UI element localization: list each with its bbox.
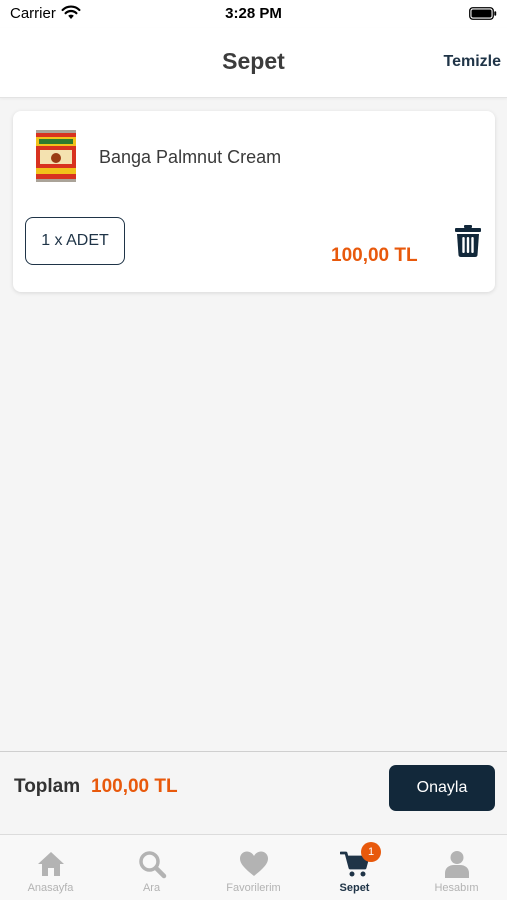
- tab-label: Favorilerim: [226, 882, 281, 894]
- trash-icon[interactable]: [454, 224, 482, 258]
- page-title: Sepet: [222, 48, 285, 74]
- total-value: 100,00 TL: [91, 776, 178, 797]
- quantity-selector[interactable]: 1 x ADET: [25, 217, 125, 265]
- cart-item-card: Banga Palmnut Cream 1 x ADET 100,00 TL: [13, 111, 495, 292]
- tab-label: Sepet: [339, 882, 370, 894]
- tab-account[interactable]: Hesabım: [406, 835, 507, 900]
- heart-icon: [240, 851, 268, 876]
- tab-label: Ara: [142, 882, 161, 894]
- quantity-label: 1 x ADET: [41, 232, 109, 249]
- home-icon: [38, 852, 64, 876]
- cart-summary-bar: Toplam 100,00 TL Onayla: [0, 751, 507, 834]
- product-name: Banga Palmnut Cream: [99, 147, 282, 167]
- product-can-icon: [36, 130, 76, 182]
- tab-label: Hesabım: [434, 882, 479, 894]
- clear-cart-button[interactable]: Temizle: [444, 53, 502, 71]
- item-price: 100,00 TL: [331, 245, 418, 266]
- status-time: 3:28 PM: [225, 5, 282, 22]
- tab-bar: Anasayfa Ara Favorilerim 1 Sepet Hesabım: [0, 834, 507, 900]
- cart-badge: 1: [361, 842, 381, 862]
- confirm-button[interactable]: Onayla: [389, 765, 495, 811]
- tab-favorites[interactable]: Favorilerim: [203, 835, 304, 900]
- confirm-button-label: Onayla: [416, 779, 468, 796]
- total-label: Toplam: [14, 776, 81, 797]
- tab-search[interactable]: Ara: [101, 835, 202, 900]
- user-icon: [445, 851, 469, 878]
- tab-cart[interactable]: 1 Sepet: [304, 835, 405, 900]
- tab-home[interactable]: Anasayfa: [0, 835, 101, 900]
- status-bar: Carrier 3:28 PM: [0, 0, 507, 28]
- search-icon: [139, 851, 167, 879]
- battery-icon: [469, 7, 497, 20]
- tab-label: Anasayfa: [27, 882, 74, 894]
- nav-bar: Sepet Temizle: [0, 28, 507, 98]
